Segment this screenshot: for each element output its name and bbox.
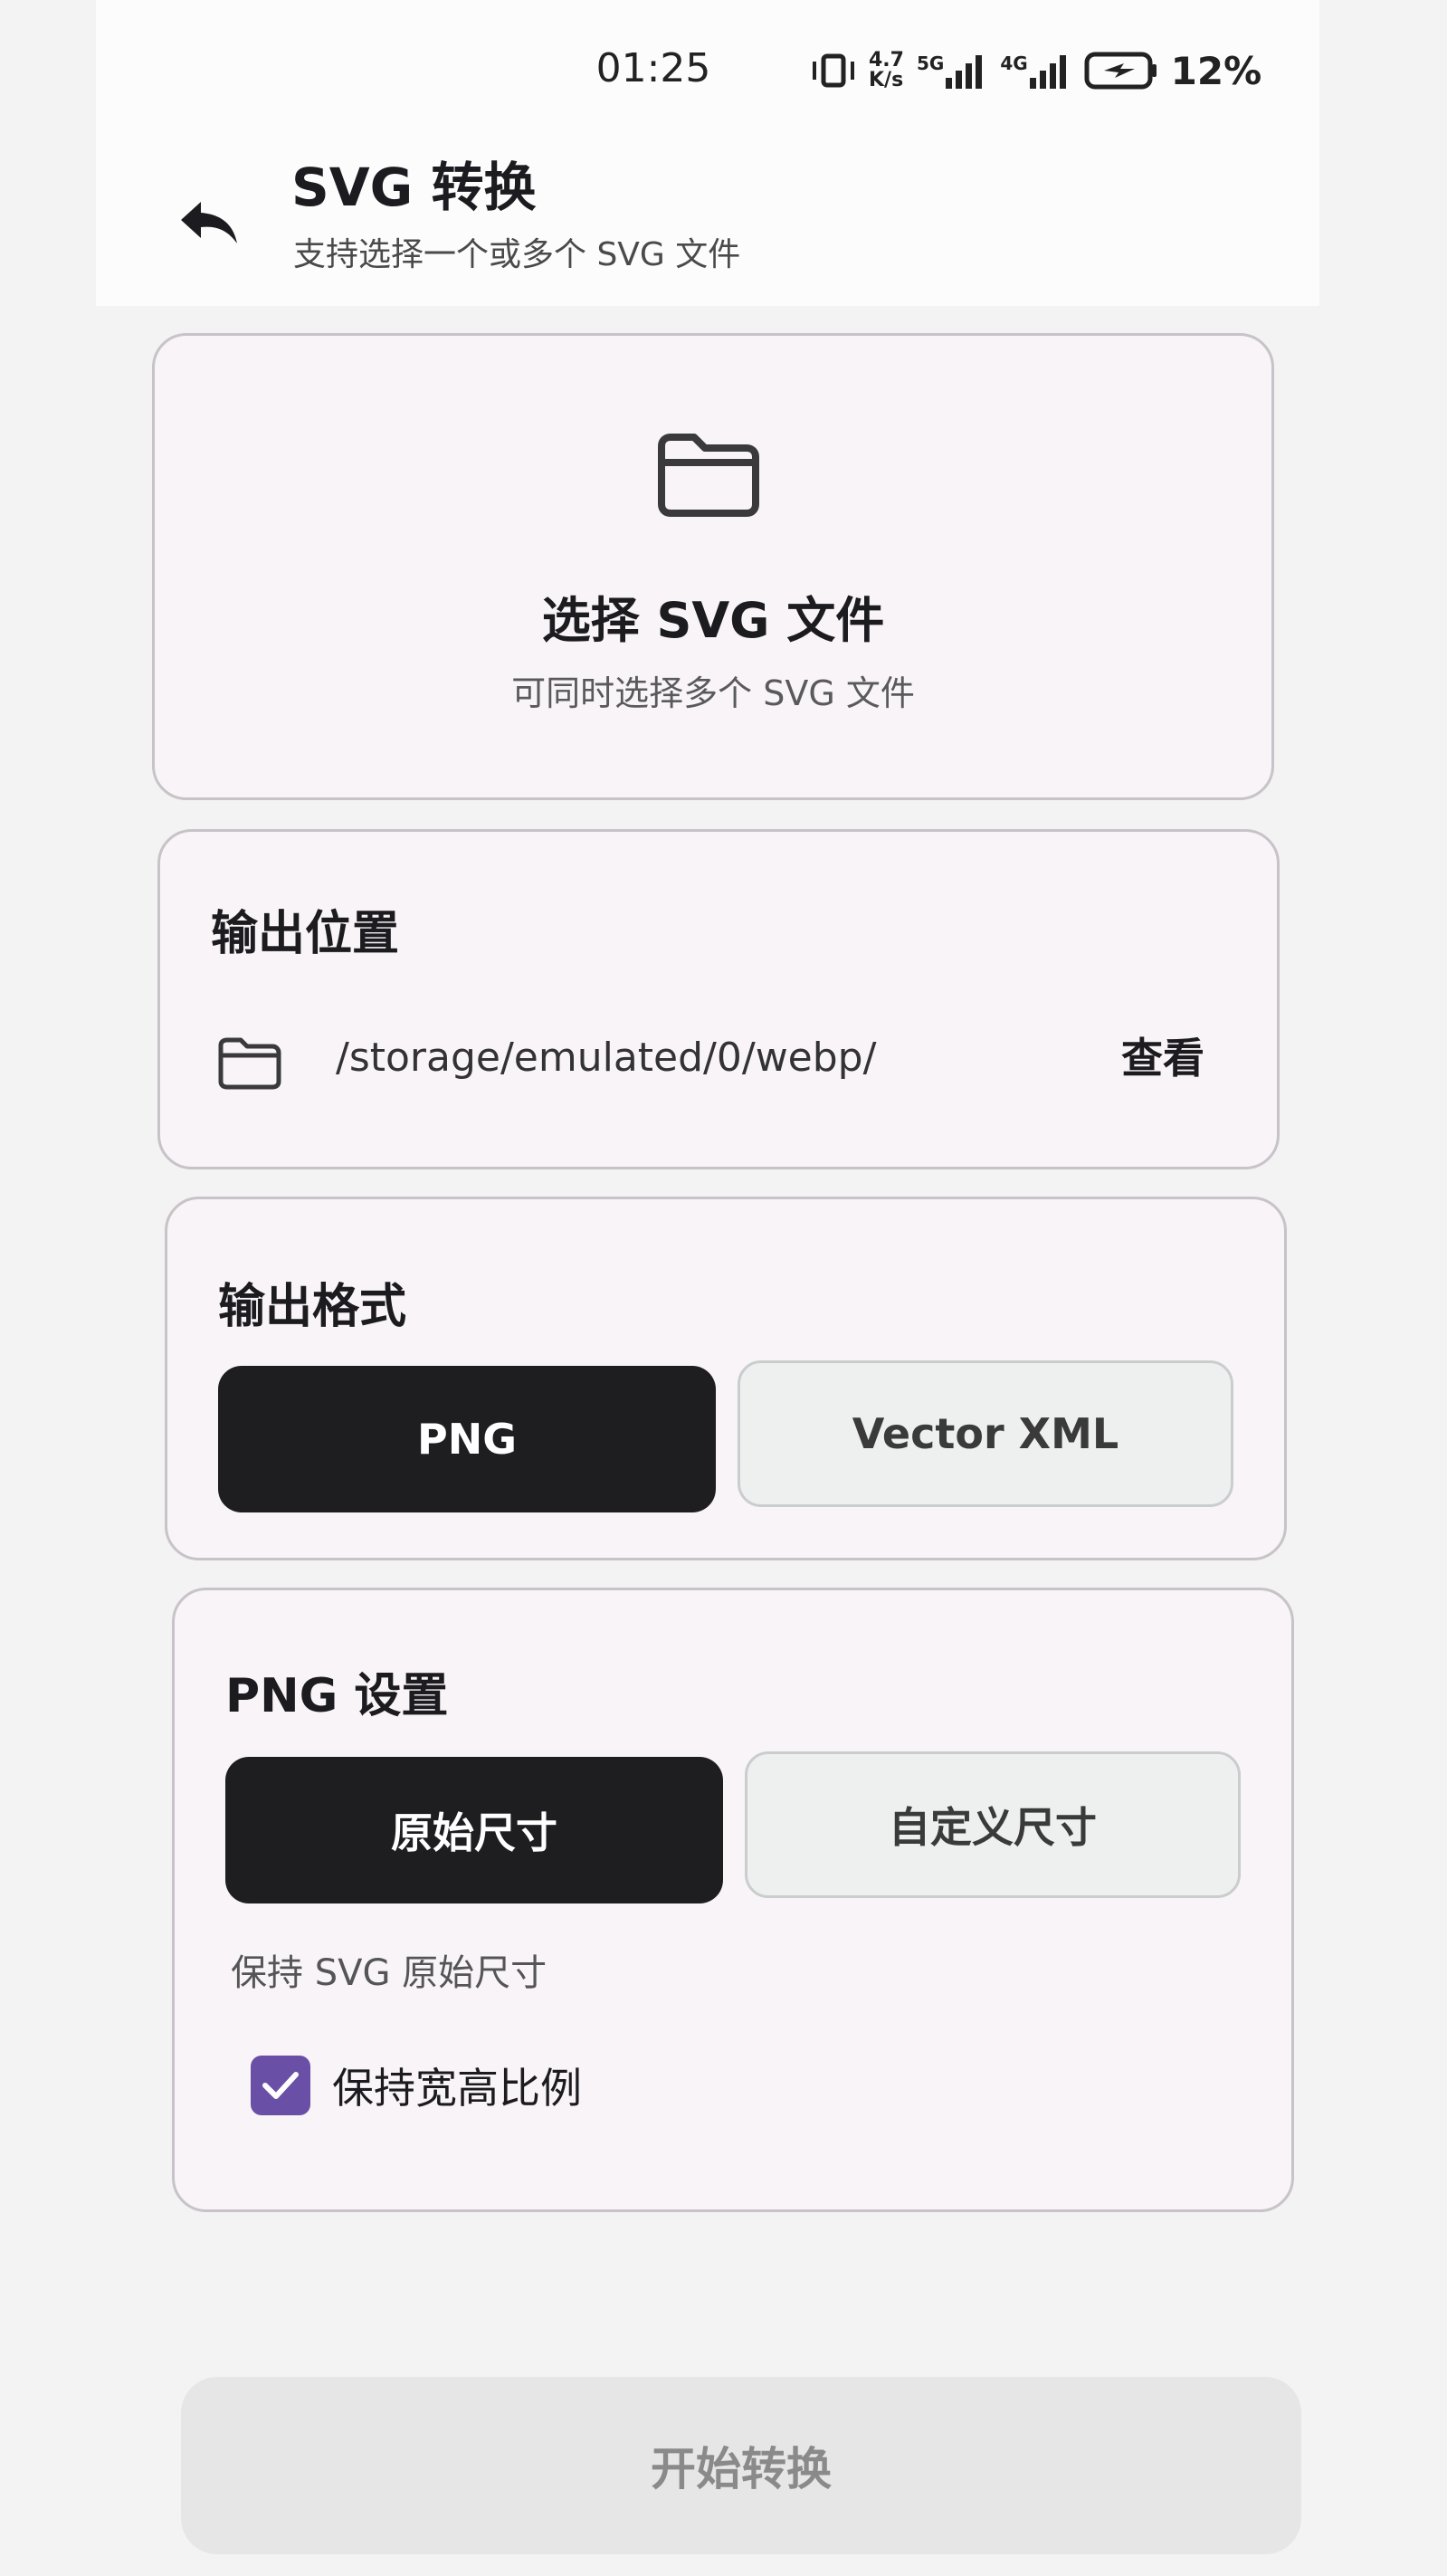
page-subtitle: 支持选择一个或多个 SVG 文件 [293,236,741,273]
format-vector-xml-button[interactable]: Vector XML [738,1360,1233,1507]
folder-icon [216,1036,283,1094]
keep-ratio-row[interactable]: 保持宽高比例 [251,2056,582,2115]
battery-percentage: 12% [1170,48,1262,93]
signal-bars-icon [946,55,983,89]
png-settings-title: PNG 设置 [225,1669,449,1723]
keep-ratio-checkbox[interactable] [251,2056,310,2115]
select-svg-subtitle: 可同时选择多个 SVG 文件 [511,673,915,713]
output-format-card: 输出格式 PNG Vector XML [165,1197,1287,1560]
select-svg-title: 选择 SVG 文件 [541,592,885,649]
page-title: SVG 转换 [291,157,537,218]
start-convert-button[interactable]: 开始转换 [181,2377,1301,2554]
output-format-title: 输出格式 [218,1280,407,1334]
format-png-button[interactable]: PNG [218,1366,716,1512]
custom-size-button[interactable]: 自定义尺寸 [745,1751,1241,1898]
back-arrow-icon [181,202,237,243]
output-location-card: 输出位置 /storage/emulated/0/webp/ 查看 [157,829,1280,1169]
status-icons: 4.7 K/s 5G 4G 12% [811,43,1318,98]
vibrate-icon [811,51,856,91]
png-settings-card: PNG 设置 原始尺寸 自定义尺寸 保持 SVG 原始尺寸 保持宽高比例 [172,1588,1294,2212]
output-path: /storage/emulated/0/webp/ [336,1035,877,1081]
size-hint: 保持 SVG 原始尺寸 [231,1952,547,1994]
status-bar: 01:25 4.7 K/s 5G 4G 12% [96,0,1319,145]
status-time: 01:25 [595,45,711,91]
net-speed: 4.7 K/s [869,49,904,91]
app-bar: SVG 转换 支持选择一个或多个 SVG 文件 [96,145,1319,306]
view-button[interactable]: 查看 [1121,1026,1204,1085]
back-button[interactable] [168,181,250,262]
keep-ratio-label: 保持宽高比例 [332,2064,582,2113]
signal-bars-icon [1029,55,1066,89]
battery-icon [1084,51,1158,91]
signal-4g: 4G [1000,52,1071,89]
output-location-title: 输出位置 [211,907,400,961]
original-size-button[interactable]: 原始尺寸 [225,1757,723,1903]
checkmark-icon [262,2072,299,2099]
select-svg-card[interactable]: 选择 SVG 文件 可同时选择多个 SVG 文件 [152,333,1274,800]
signal-5g: 5G [917,52,987,89]
folder-icon [652,430,765,524]
